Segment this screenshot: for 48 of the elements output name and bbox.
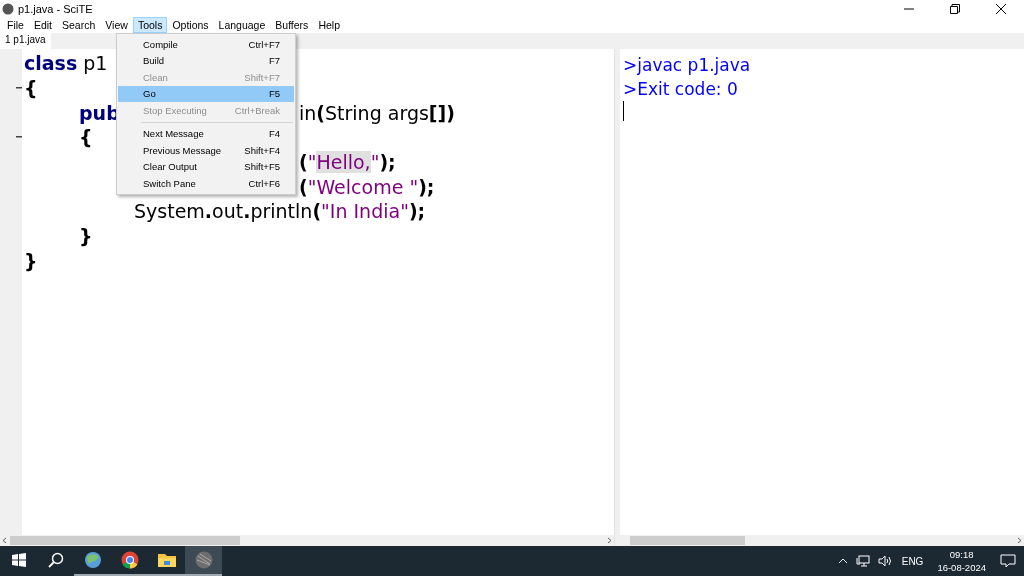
code-text: System.out.println("In India"); <box>133 200 426 223</box>
clock[interactable]: 09:18 16-08-2024 <box>931 548 992 574</box>
globe-icon <box>83 551 102 569</box>
menu-item[interactable]: Buffers <box>270 17 314 33</box>
code-text: class p1 <box>24 52 108 75</box>
speaker-icon <box>877 555 894 567</box>
menu-item[interactable]: Language <box>213 17 271 33</box>
sphere-icon <box>2 2 14 15</box>
menu-item[interactable]: Switch Pane Ctrl+F6 <box>118 175 294 192</box>
chevron-up-icon <box>837 558 848 564</box>
chrome-icon <box>120 551 139 569</box>
restore-icon <box>950 3 960 14</box>
code-text: ("Hello,"); <box>299 151 396 174</box>
output-text: >javac p1.java <box>623 54 752 77</box>
menu-item[interactable]: Go F5 <box>118 85 294 102</box>
network-icon <box>855 555 870 567</box>
menu-item[interactable]: Build F7 <box>118 52 294 69</box>
search-icon <box>47 552 64 568</box>
file-tab[interactable]: 1 p1.java <box>0 33 51 49</box>
language-indicator[interactable]: ENG <box>901 555 924 567</box>
windows-icon <box>11 553 26 567</box>
output-text: >Exit code: 0 <box>623 78 739 101</box>
menu-item[interactable]: Tools <box>132 17 168 33</box>
folder-icon <box>157 552 176 568</box>
code-text: } <box>24 249 38 272</box>
menu-item[interactable]: Previous Message Shift+F4 <box>118 142 294 159</box>
code-text: { <box>78 126 93 149</box>
menu-item[interactable]: Help <box>313 17 345 33</box>
window-title: p1.java - SciTE <box>18 2 94 15</box>
code-text: in(String args[]) <box>299 101 455 124</box>
sphere-icon <box>194 551 213 569</box>
menu-item[interactable]: View <box>100 17 133 33</box>
menu-item[interactable]: Options <box>167 17 214 33</box>
menu-item[interactable]: Clear Output Shift+F5 <box>118 158 294 175</box>
fold-marker-icon[interactable] <box>16 136 22 139</box>
horizontal-scrollbar[interactable] <box>620 535 1024 546</box>
code-text: ("Welcome "); <box>299 175 435 198</box>
menu-item[interactable]: File <box>2 17 29 33</box>
menu-item[interactable]: Edit <box>28 17 57 33</box>
menu-item[interactable]: Compile Ctrl+F7 <box>118 36 294 53</box>
horizontal-scrollbar[interactable] <box>0 535 614 546</box>
notification-icon <box>1000 554 1016 568</box>
menu-item[interactable]: Search <box>57 17 101 33</box>
close-icon <box>996 3 1006 14</box>
menu-item[interactable]: Next Message F4 <box>118 125 294 142</box>
fold-marker-icon[interactable] <box>16 87 22 90</box>
code-text: { <box>24 77 38 100</box>
code-text: } <box>78 225 93 248</box>
